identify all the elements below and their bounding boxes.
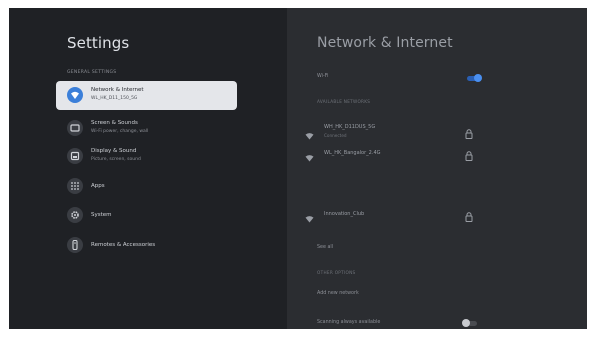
menu-item-title: Screen & Sounds [91, 120, 138, 126]
menu-item-network-internet[interactable]: Network & Internet WL_HK_D11_150_5G [56, 81, 237, 110]
network-ssid: WL_HK_Bangalor_2.4G [324, 150, 381, 156]
available-networks-header: AVAILABLE NETWORKS [317, 99, 371, 104]
network-internet-pane: Network & Internet Wi-Fi AVAILABLE NETWO… [287, 8, 587, 329]
menu-item-title: System [91, 212, 112, 218]
scanning-always-available-label: Scanning always available [317, 320, 381, 325]
menu-item-title: Remotes & Accessories [91, 242, 156, 248]
menu-item-subtitle: WL_HK_D11_150_5G [91, 96, 138, 101]
menu-item-system[interactable]: System [56, 201, 237, 230]
menu-item-subtitle: Picture, screen, sound [91, 157, 141, 162]
settings-title: Settings [67, 34, 130, 52]
settings-menu-pane: Settings GENERAL SETTINGS Network & Inte… [9, 8, 287, 329]
add-new-network-button[interactable]: Add new network [317, 291, 359, 296]
menu-item-apps[interactable]: Apps [56, 172, 237, 201]
network-row[interactable]: WL_HK_Bangalor_2.4G [287, 139, 587, 167]
wifi-icon [67, 87, 83, 103]
toggle-knob [462, 319, 470, 327]
network-ssid: WH_HK_D11DUS_5G [324, 124, 376, 130]
menu-item-remotes-accessories[interactable]: Remotes & Accessories [56, 231, 237, 260]
tv-settings-screen: Settings GENERAL SETTINGS Network & Inte… [9, 8, 587, 329]
menu-item-subtitle: Wi-Fi power, change, wall [91, 129, 149, 134]
scanning-toggle[interactable] [462, 319, 477, 327]
see-all-link[interactable]: See all [317, 245, 333, 250]
other-options-header: OTHER OPTIONS [317, 270, 356, 275]
network-row[interactable]: Innovation_Club [287, 200, 587, 228]
lock-icon [465, 146, 473, 165]
menu-item-display-sound[interactable]: Display & Sound Picture, screen, sound [56, 142, 237, 171]
menu-item-title: Network & Internet [91, 87, 144, 93]
apps-grid-icon [67, 178, 83, 194]
gear-icon [67, 207, 83, 223]
wifi-label: Wi-Fi [317, 74, 329, 79]
menu-item-screen-sounds[interactable]: Screen & Sounds Wi-Fi power, change, wal… [56, 114, 237, 143]
network-ssid: Innovation_Club [324, 211, 365, 217]
wifi-toggle[interactable] [467, 74, 482, 82]
wifi-icon [305, 147, 314, 166]
remote-icon [67, 237, 83, 253]
wifi-icon [305, 208, 314, 227]
screen-icon [67, 120, 83, 136]
toggle-knob [474, 74, 482, 82]
lock-icon [465, 207, 473, 226]
menu-item-title: Apps [91, 183, 105, 189]
general-settings-header: GENERAL SETTINGS [67, 70, 117, 75]
display-icon [67, 148, 83, 164]
menu-item-title: Display & Sound [91, 148, 137, 154]
network-status: Connected [324, 133, 347, 138]
network-internet-title: Network & Internet [317, 35, 453, 51]
